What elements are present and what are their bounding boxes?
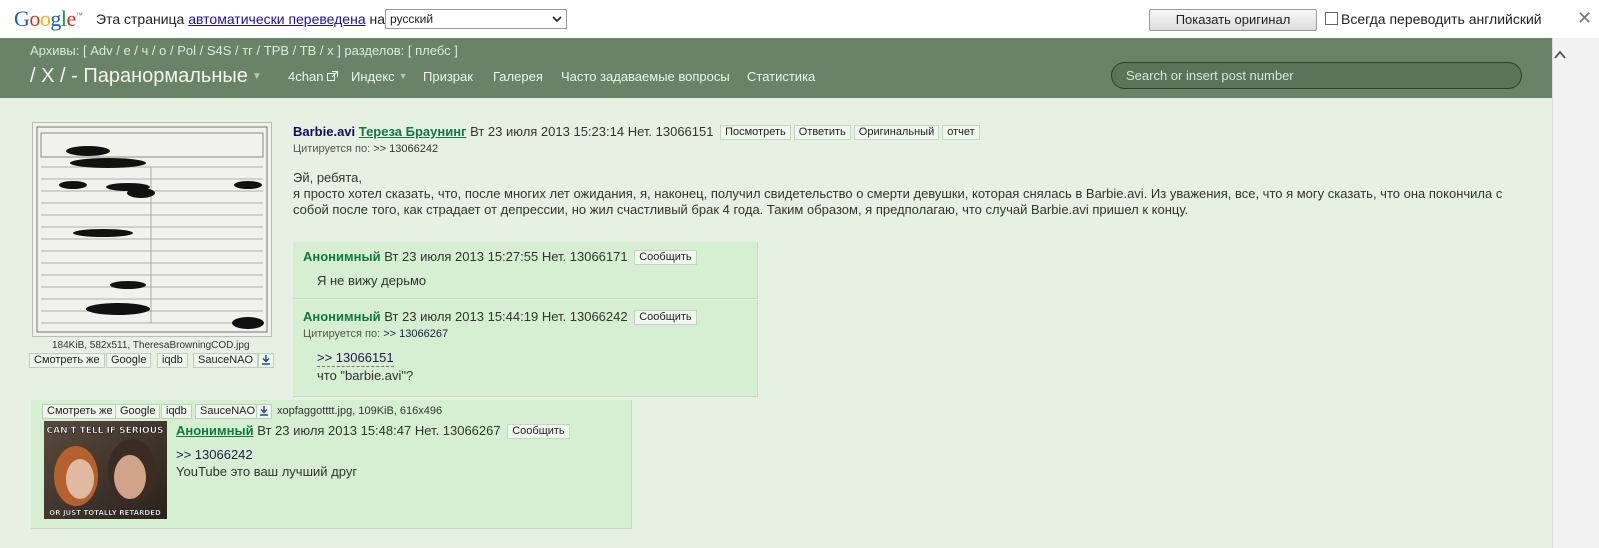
meme-caption-top: CAN'T TELL IF SERIOUS [47, 426, 164, 436]
cited-link[interactable]: >> 13066267 [383, 328, 448, 340]
poster-name[interactable]: Анонимный [176, 423, 254, 438]
post-subject: Barbie.avi [293, 124, 356, 139]
op-header: Barbie.avi Тереза Браунинг Вт 23 июля 20… [293, 124, 980, 140]
view-button[interactable]: Посмотреть [720, 125, 791, 140]
external-link-icon [327, 71, 339, 81]
reply-post: Анонимный Вт 23 июля 2013 15:44:19 Нет. … [293, 300, 758, 397]
translate-message-suffix: на [369, 11, 386, 27]
report-button[interactable]: отчет [942, 125, 980, 140]
poster-name[interactable]: Тереза Браунинг [359, 124, 467, 139]
board-header: Архивы: [ Adv / е / ч / о / Pol / S4S / … [0, 38, 1552, 98]
post-date: Вт 23 июля 2013 15:48:47 [257, 423, 412, 438]
view-same-button[interactable]: Смотреть же [42, 404, 118, 419]
reply-body: >> 13066151 что "barbie.avi"? [317, 349, 413, 384]
original-button[interactable]: Оригинальный [853, 125, 940, 140]
always-translate-checkbox[interactable]: Всегда переводить английский [1325, 11, 1542, 27]
caret-down-icon: ▼ [398, 71, 408, 81]
post-number[interactable]: Нет. 13066242 [542, 309, 628, 324]
reply-text: YouTube это ваш лучший друг [176, 464, 358, 479]
reply-button[interactable]: Ответить [793, 125, 851, 140]
saucenao-button[interactable]: SauceNAO [195, 404, 261, 419]
auto-translated-link[interactable]: автоматически переведена [188, 11, 365, 27]
language-select-value: русский [390, 12, 434, 26]
reply-thumbnail[interactable]: CAN'T TELL IF SERIOUS OR JUST TOTALLY RE… [44, 421, 167, 519]
translate-message: Эта страница автоматически переведена на [96, 11, 385, 27]
reply-header: Анонимный Вт 23 июля 2013 15:44:19 Нет. … [303, 309, 697, 325]
nav-ghost[interactable]: Призрак [423, 69, 473, 84]
close-icon[interactable]: ✕ [1577, 8, 1592, 29]
meme-caption-bottom: OR JUST TOTALLY RETARDED [49, 509, 161, 517]
op-body: Эй, ребята, я просто хотел сказать, что,… [293, 170, 1533, 218]
show-original-button[interactable]: Показать оригинал [1149, 9, 1317, 31]
archives-links[interactable]: Архивы: [ Adv / е / ч / о / Pol / S4S / … [30, 43, 458, 58]
reply-cited-by: Цитируется по: >> 13066267 [303, 328, 448, 340]
reply-header: Анонимный Вт 23 июля 2013 15:48:47 Нет. … [176, 423, 570, 439]
op-thumbnail[interactable] [32, 122, 272, 337]
cited-label: Цитируется по: [293, 143, 371, 155]
post-number[interactable]: Нет. 13066151 [628, 124, 714, 139]
reply-post: Анонимный Вт 23 июля 2013 15:27:55 Нет. … [293, 242, 758, 299]
meme-image: CAN'T TELL IF SERIOUS OR JUST TOTALLY RE… [44, 421, 167, 519]
board-title[interactable]: / X / - Паранормальные ▼ [30, 65, 262, 88]
nav-faq[interactable]: Часто задаваемые вопросы [561, 69, 730, 84]
nav-index-label: Индекс [351, 69, 395, 84]
quote-link[interactable]: >> 13066151 [317, 349, 394, 367]
search-input[interactable]: Search or insert post number [1111, 62, 1522, 89]
nav-4chan[interactable]: 4chan [288, 69, 339, 84]
translate-bar: Google™ Эта страница автоматически перев… [0, 0, 1599, 39]
google-logo: Google™ [14, 6, 83, 31]
quote-link[interactable]: >> 13066242 [176, 446, 357, 463]
view-same-button[interactable]: Смотреть же [29, 353, 105, 368]
scroll-up-icon[interactable] [1554, 50, 1566, 60]
reply-header: Анонимный Вт 23 июля 2013 15:27:55 Нет. … [303, 249, 697, 265]
report-button[interactable]: Сообщить [634, 250, 697, 265]
post-date: Вт 23 июля 2013 15:44:19 [384, 309, 539, 324]
chevron-down-icon [552, 16, 562, 23]
report-button[interactable]: Сообщить [507, 424, 570, 439]
post-date: Вт 23 июля 2013 15:23:14 [470, 124, 625, 139]
google-search-button[interactable]: Google [106, 353, 152, 368]
nav-4chan-label: 4chan [288, 69, 324, 84]
saucenao-button[interactable]: SauceNAO [193, 353, 259, 368]
post-number[interactable]: Нет. 13066267 [415, 423, 501, 438]
iqdb-button[interactable]: iqdb [157, 353, 188, 368]
reply-text: что "barbie.avi"? [317, 368, 414, 383]
poster-name: Анонимный [303, 249, 381, 264]
iqdb-button[interactable]: iqdb [161, 404, 192, 419]
nav-index[interactable]: Индекс ▼ [351, 69, 408, 84]
nav-gallery[interactable]: Галерея [493, 69, 543, 84]
language-select[interactable]: русский [385, 9, 567, 29]
death-certificate-image [33, 123, 271, 336]
nav-statistics[interactable]: Статистика [747, 69, 815, 84]
op-file-info: 184KiB, 582x511, TheresaBrowningCOD.jpg [52, 340, 250, 351]
op-cited-by: Цитируется по: >> 13066242 [293, 143, 438, 155]
checkbox-icon[interactable] [1325, 12, 1338, 25]
board-title-text: / X / - Паранормальные [30, 65, 248, 87]
always-translate-label: Всегда переводить английский [1341, 11, 1542, 27]
cited-link[interactable]: >> 13066242 [373, 143, 438, 155]
post-date: Вт 23 июля 2013 15:27:55 [384, 249, 539, 264]
caret-down-icon: ▼ [251, 71, 262, 82]
reply-body: Я не вижу дерьмо [317, 273, 427, 288]
reply-file-info: xopfaggotttt.jpg, 109KiB, 616x496 [277, 405, 443, 417]
poster-name: Анонимный [303, 309, 381, 324]
post-number[interactable]: Нет. 13066171 [542, 249, 628, 264]
scrollbar[interactable] [1552, 38, 1599, 548]
download-icon[interactable] [256, 404, 272, 419]
reply-body: >> 13066242 YouTube это ваш лучший друг [176, 446, 357, 480]
cited-label: Цитируется по: [303, 328, 381, 340]
report-button[interactable]: Сообщить [634, 310, 697, 325]
download-icon[interactable] [258, 353, 274, 368]
op-body-line: Эй, ребята, [293, 170, 362, 185]
google-search-button[interactable]: Google [115, 404, 161, 419]
translate-message-prefix: Эта страница [96, 11, 185, 27]
op-body-line: я просто хотел сказать, что, после многи… [293, 186, 1503, 217]
